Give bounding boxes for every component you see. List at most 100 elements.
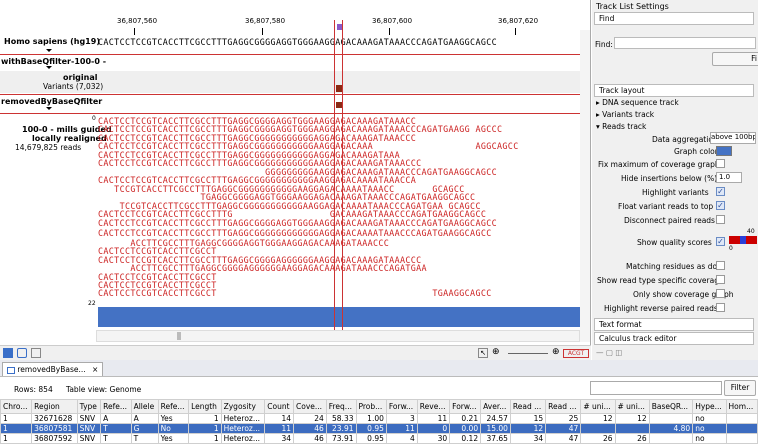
hide-insertions-input[interactable]: 1.0 (716, 172, 742, 183)
fix-max-checkbox[interactable] (716, 159, 725, 168)
scroll-thumb[interactable] (177, 332, 181, 340)
reads-track-section[interactable]: ▾ Reads track (596, 122, 646, 131)
cursor-mode-icon[interactable]: ↖ (478, 348, 488, 358)
matching-residues-checkbox[interactable] (716, 261, 725, 270)
disconnect-paired-label: Disconnect paired reads (624, 216, 715, 225)
column-header[interactable]: Region (31, 399, 78, 414)
tab-find[interactable]: Find (594, 12, 754, 25)
zoom-to-base-icon[interactable]: ACGT (563, 349, 589, 358)
read[interactable]: CACTCCTCCGTCACCTTCGCCT TGAAGGCAGCC (98, 289, 492, 298)
show-quality-checkbox[interactable]: ✓ (716, 237, 725, 246)
column-header[interactable]: Refe... (100, 399, 132, 414)
table-row[interactable]: 1 32671628 SNV A A Yes 1 Heteroz... 14 24 58.33 1.0… (0, 413, 758, 424)
column-header[interactable]: Zygosity (220, 399, 266, 414)
find-button[interactable]: Fi (712, 52, 758, 66)
table-row[interactable]: 1 36807581 SNV T G No 1 Heteroz... 11 46 23.91 0.95… (0, 423, 758, 434)
column-header[interactable]: Forw... (449, 399, 482, 414)
variants-track-section[interactable]: ▸ Variants track (596, 110, 654, 119)
expand-icon[interactable] (46, 107, 52, 110)
horizontal-scrollbar[interactable] (96, 330, 580, 342)
panel-controls-icon[interactable]: — ▢ ◫ (596, 348, 622, 357)
variants-title: original (63, 73, 98, 82)
expand-icon[interactable] (46, 49, 52, 52)
table-cell: 0 (416, 423, 451, 434)
tab-text-format[interactable]: Text format (594, 318, 754, 331)
filter-input[interactable] (590, 381, 722, 395)
column-header[interactable]: Hype... (692, 399, 727, 414)
filter-track-label[interactable]: withBaseQfilter-100-0 - (1, 57, 106, 66)
table-cell: 1 (0, 423, 33, 434)
column-header[interactable]: Prob... (355, 399, 387, 414)
quality-color-scale[interactable] (729, 236, 757, 244)
table-cell: 24 (293, 413, 327, 424)
column-header[interactable]: Type (76, 399, 102, 414)
table-icon[interactable] (17, 348, 27, 358)
table-cell: 15 (509, 413, 547, 424)
disconnect-paired-checkbox[interactable] (716, 215, 725, 224)
read[interactable]: CACTCCTCCGTCACCTTCGCCTTTGAGGCGGGGGGGGGGG… (98, 229, 492, 238)
dna-track-section[interactable]: ▸ DNA sequence track (596, 98, 679, 107)
table-cell: 0.12 (449, 433, 482, 444)
zoom-out-icon[interactable]: ⊕ (552, 347, 560, 357)
reads-subtitle: locally realigned (32, 134, 107, 143)
only-coverage-checkbox[interactable] (716, 289, 725, 298)
table-icon (7, 366, 15, 374)
column-header[interactable]: Refe... (157, 399, 190, 414)
table-row[interactable]: 1 36807592 SNV T T Yes 1 Heteroz... 34 46 73.91 0.9… (0, 433, 758, 444)
filter-button[interactable]: Filter (724, 380, 756, 396)
column-header[interactable]: Cove... (293, 399, 327, 414)
read-type-coverage-checkbox[interactable] (716, 275, 725, 284)
expand-icon[interactable] (46, 66, 52, 69)
tab-removed-by-base[interactable]: removedByBase... × (2, 362, 104, 376)
column-header[interactable]: Reve... (416, 399, 451, 414)
reverse-paired-checkbox[interactable] (716, 303, 725, 312)
graph-color-swatch[interactable] (716, 146, 732, 156)
table-cell: 37.65 (480, 433, 511, 444)
variant-table[interactable]: Chro... Region Type Refe... Allele Refe... Len… (0, 399, 758, 444)
track-separator (0, 113, 586, 114)
table-cell: T (100, 423, 132, 434)
column-header[interactable]: Hom... (725, 399, 758, 414)
table-cell: 24.57 (480, 413, 511, 424)
reads-track-label: Reads track (602, 122, 647, 131)
table-cell: 0.21 (449, 413, 482, 424)
coverage-axis-label: 22 (88, 300, 96, 307)
removed-track-label[interactable]: removedByBaseQfilter (1, 97, 102, 106)
column-header[interactable]: Aver... (480, 399, 511, 414)
close-icon[interactable]: × (92, 365, 98, 374)
column-header[interactable]: Length (188, 399, 222, 414)
column-header[interactable]: Freq... (325, 399, 357, 414)
table-cell: 30 (416, 433, 451, 444)
column-header[interactable]: Read ... (509, 399, 547, 414)
reference-track-label[interactable]: Homo sapiens (hg19) (4, 37, 100, 46)
zoom-in-icon[interactable]: ⊕ (492, 347, 500, 357)
tab-calculus-editor[interactable]: Calculus track editor (594, 332, 754, 345)
highlight-variants-checkbox[interactable]: ✓ (716, 187, 725, 196)
find-input[interactable] (614, 37, 756, 49)
track-list-settings-title: Track List Settings (596, 2, 669, 11)
read-mapping-view[interactable]: 36,807,560 36,807,580 36,807,600 36,807,… (0, 0, 591, 345)
column-header[interactable]: # uni... (614, 399, 650, 414)
graph-icon[interactable] (3, 348, 13, 358)
table-cell: 4 (385, 433, 418, 444)
read[interactable]: CACTCCTCCGTCACCTTCGCCTTTGAGGCGGGGAGGTGGG… (98, 219, 497, 228)
column-header[interactable]: Forw... (385, 399, 418, 414)
table-cell: T (100, 433, 132, 444)
column-header[interactable]: # uni... (580, 399, 616, 414)
data-aggregation-select[interactable]: above 100bp (710, 132, 756, 144)
column-header[interactable]: Chro... (0, 399, 33, 414)
table-cell: Heteroz... (220, 413, 266, 424)
vertical-scrollbar[interactable] (580, 30, 590, 342)
zoom-slider[interactable] (508, 353, 548, 354)
table-cell: Yes (157, 433, 190, 444)
float-variant-checkbox[interactable]: ✓ (716, 201, 725, 210)
table-cell: Heteroz... (220, 433, 266, 444)
column-header[interactable]: Read ... (545, 399, 582, 414)
graph-color-label: Graph color (674, 147, 718, 156)
history-icon[interactable] (31, 348, 41, 358)
table-cell: 12 (614, 413, 650, 424)
column-header[interactable]: BaseQR... (648, 399, 694, 414)
tab-track-layout[interactable]: Track layout (594, 84, 754, 97)
column-header[interactable]: Count (264, 399, 295, 414)
column-header[interactable]: Allele (130, 399, 159, 414)
